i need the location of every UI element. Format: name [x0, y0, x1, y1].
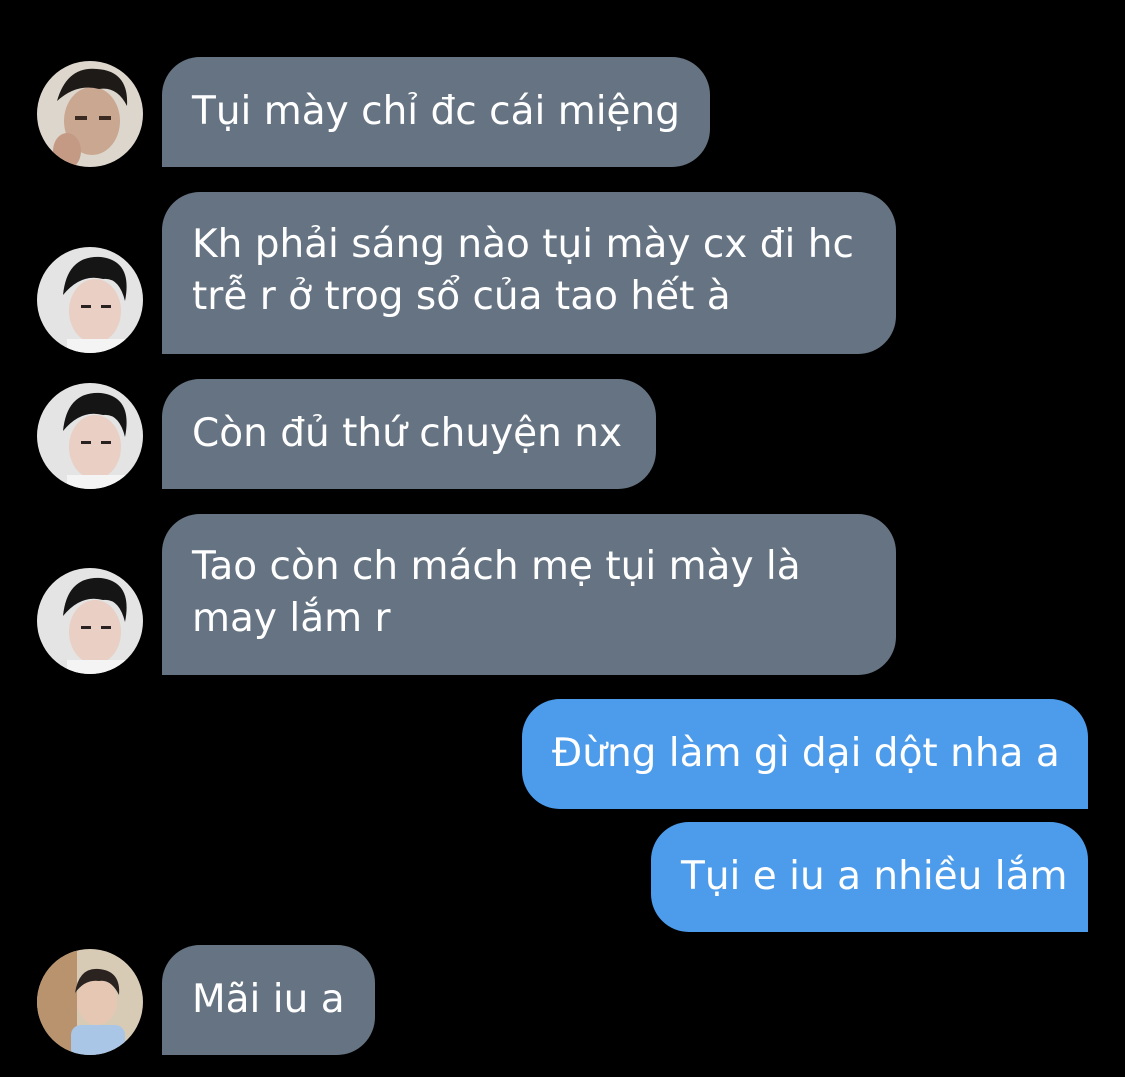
message-bubble-incoming[interactable]: Còn đủ thứ chuyện nx — [162, 379, 656, 489]
message-text-line: Kh phải sáng nào tụi mày cx đi hc — [192, 222, 854, 267]
message-bubble-outgoing[interactable]: Tụi e iu a nhiều lắm — [651, 822, 1088, 932]
message-text: Tụi mày chỉ đc cái miệng — [192, 89, 680, 134]
sender-avatar[interactable] — [37, 61, 143, 167]
avatar-photo-icon — [37, 61, 143, 167]
message-text: Tụi e iu a nhiều lắm — [681, 854, 1068, 899]
message-bubble-incoming[interactable]: Kh phải sáng nào tụi mày cx đi hc trễ r … — [162, 192, 896, 354]
message-bubble-incoming[interactable]: Tao còn ch mách mẹ tụi mày là may lắm r — [162, 514, 896, 675]
message-text-line: may lắm r — [192, 596, 391, 641]
message-bubble-incoming[interactable]: Mãi iu a — [162, 945, 375, 1055]
sender-avatar[interactable] — [37, 383, 143, 489]
message-text-line: trễ r ở trog sổ của tao hết à — [192, 274, 731, 319]
message-text: Đừng làm gì dại dột nha a — [552, 731, 1060, 776]
message-bubble-incoming[interactable]: Tụi mày chỉ đc cái miệng — [162, 57, 710, 167]
sender-avatar[interactable] — [37, 949, 143, 1055]
sender-avatar[interactable] — [37, 247, 143, 353]
message-bubble-outgoing[interactable]: Đừng làm gì dại dột nha a — [522, 699, 1088, 809]
avatar-photo-icon — [37, 383, 143, 489]
message-text: Còn đủ thứ chuyện nx — [192, 411, 623, 456]
sender-avatar[interactable] — [37, 568, 143, 674]
message-text: Mãi iu a — [192, 977, 345, 1022]
message-text-line: Tao còn ch mách mẹ tụi mày là — [192, 544, 801, 589]
avatar-photo-icon — [37, 247, 143, 353]
avatar-photo-icon — [37, 949, 143, 1055]
avatar-photo-icon — [37, 568, 143, 674]
